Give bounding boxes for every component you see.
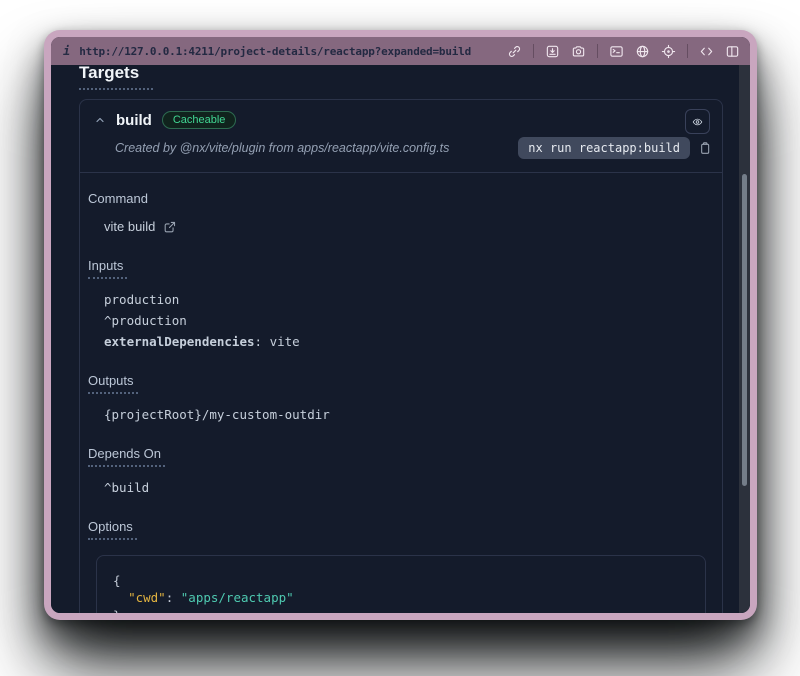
project-details-page: Targets build Cacheable xyxy=(51,65,750,613)
options-json-block: { "cwd": "apps/reactapp" } xyxy=(96,555,706,613)
browser-window-inner: i http://127.0.0.1:4211/project-details/… xyxy=(51,37,750,613)
command-value: vite build xyxy=(104,219,706,234)
address-bar[interactable]: http://127.0.0.1:4211/project-details/re… xyxy=(79,45,471,58)
info-icon: i xyxy=(63,44,70,58)
output-item: {projectRoot}/my-custom-outdir xyxy=(104,407,706,422)
toolbar-divider xyxy=(597,44,598,58)
input-item-named: externalDependencies: vite xyxy=(104,334,706,349)
inputs-section-label: Inputs xyxy=(88,258,706,279)
browser-toolbar: i http://127.0.0.1:4211/project-details/… xyxy=(51,37,750,65)
input-item: ^production xyxy=(104,313,706,328)
chevron-up-icon[interactable] xyxy=(94,114,106,126)
cacheable-badge: Cacheable xyxy=(162,111,237,129)
run-command-pill: nx run reactapp:build xyxy=(518,137,690,159)
external-link-icon[interactable] xyxy=(163,220,177,234)
targets-heading: Targets xyxy=(79,65,153,90)
target-card-build: build Cacheable Created by @nx/vite/plug… xyxy=(79,99,723,613)
scrollbar-thumb[interactable] xyxy=(742,174,747,486)
build-card-header: build Cacheable xyxy=(80,100,722,129)
json-line: { xyxy=(113,572,691,589)
build-created-row: Created by @nx/vite/plugin from apps/rea… xyxy=(80,129,722,173)
input-item: production xyxy=(104,292,706,307)
browser-window: i http://127.0.0.1:4211/project-details/… xyxy=(44,30,757,620)
json-line: "cwd": "apps/reactapp" xyxy=(113,589,691,606)
build-card-body: Command vite build Inputs xyxy=(80,173,722,613)
copy-icon[interactable] xyxy=(698,141,712,156)
terminal-icon[interactable] xyxy=(609,44,624,59)
scrollbar-track[interactable] xyxy=(739,65,750,613)
split-view-icon[interactable] xyxy=(725,44,740,59)
options-section-label: Options xyxy=(88,519,706,540)
target-name: build xyxy=(116,112,152,129)
toolbar-divider xyxy=(687,44,688,58)
toolbar-divider xyxy=(533,44,534,58)
code-icon[interactable] xyxy=(699,44,714,59)
eye-icon xyxy=(692,114,703,130)
depends-on-section-label: Depends On xyxy=(88,446,706,467)
export-icon[interactable] xyxy=(545,44,560,59)
depends-on-item: ^build xyxy=(104,480,706,495)
outputs-section-label: Outputs xyxy=(88,373,706,394)
target-icon[interactable] xyxy=(661,44,676,59)
link-icon[interactable] xyxy=(507,44,522,59)
camera-icon[interactable] xyxy=(571,44,586,59)
created-by-text: Created by @nx/vite/plugin from apps/rea… xyxy=(115,141,449,155)
view-target-graph-button[interactable] xyxy=(685,109,710,134)
globe-icon[interactable] xyxy=(635,44,650,59)
json-line: } xyxy=(113,607,691,614)
command-section-label: Command xyxy=(88,191,706,206)
